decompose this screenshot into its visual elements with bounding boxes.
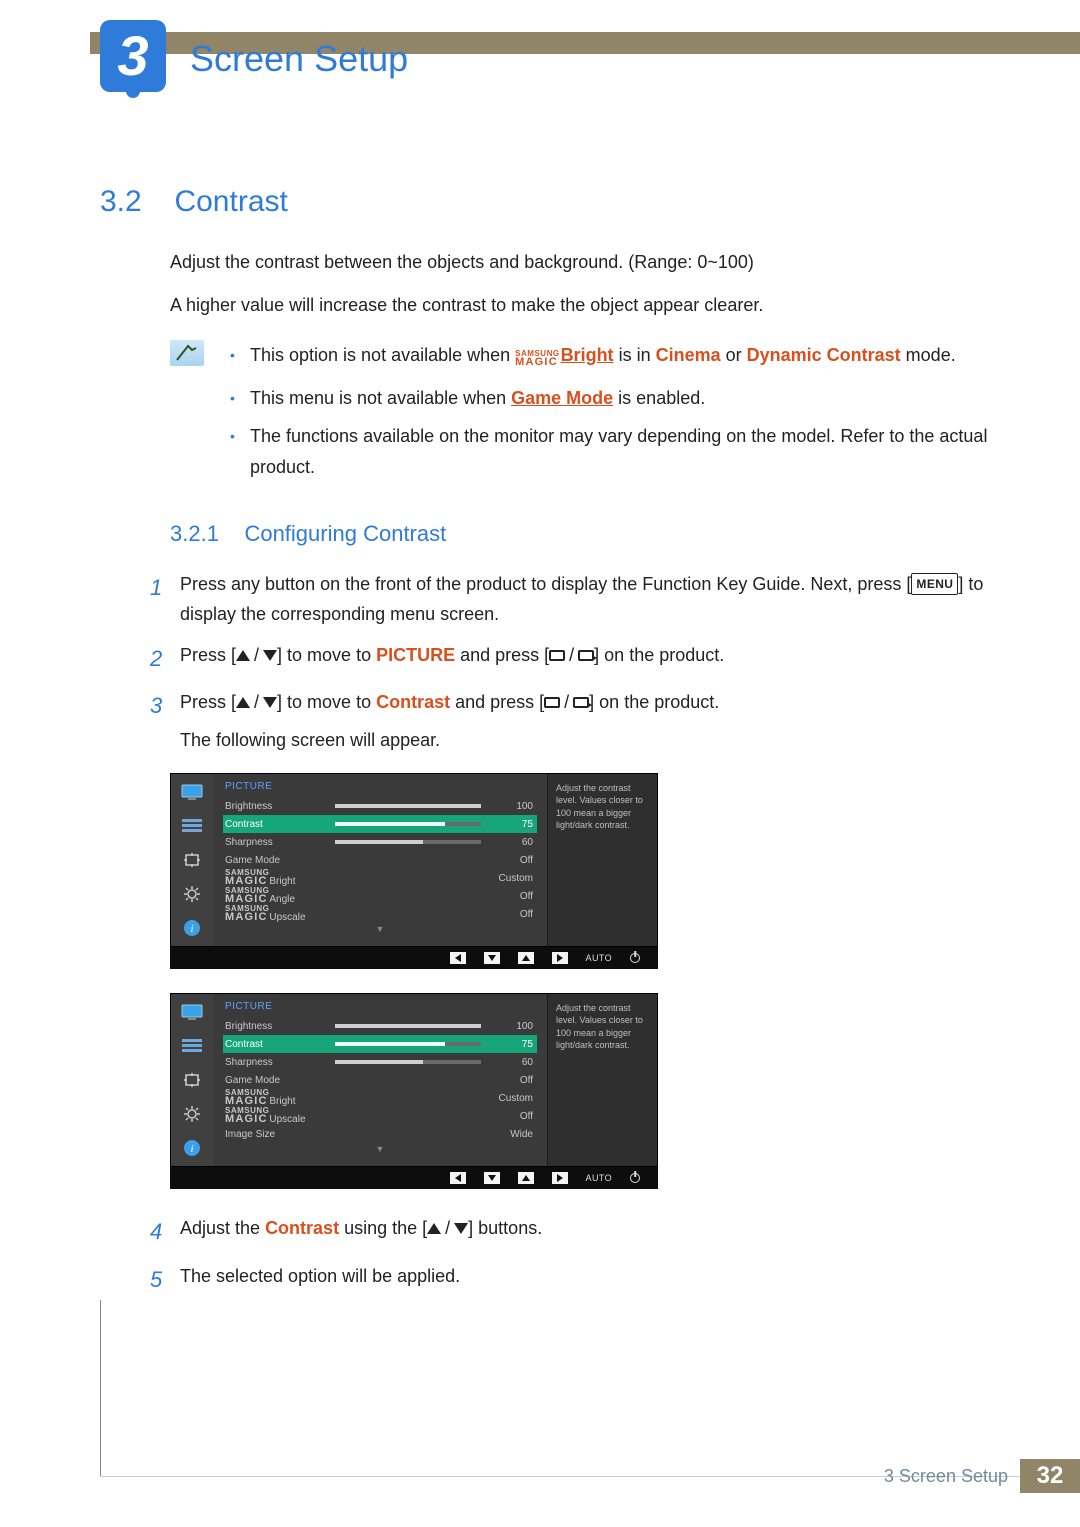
up-button	[518, 1172, 534, 1184]
power-icon	[630, 1173, 640, 1183]
osd-menu-row: SAMSUNGMAGICBrightCustom	[223, 869, 537, 887]
osd-menu-row: Image SizeWide	[223, 1125, 537, 1143]
section-body: Adjust the contrast between the objects …	[170, 247, 990, 320]
svg-text:i: i	[190, 1143, 193, 1155]
up-button	[518, 952, 534, 964]
magic-bright-inline: SAMSUNGMAGIC	[515, 344, 559, 375]
osd-menu-row: Game ModeOff	[223, 1071, 537, 1089]
osd-help-text: Adjust the contrast level. Values closer…	[547, 774, 657, 946]
step-list: 1 Press any button on the front of the p…	[150, 569, 990, 756]
step-3: 3 Press [/] to move to Contrast and pres…	[150, 687, 990, 755]
info-icon: i	[180, 918, 204, 938]
osd-menu-row: SAMSUNGMAGICUpscaleOff	[223, 1107, 537, 1125]
section-number: 3.2	[100, 185, 170, 219]
auto-label: AUTO	[586, 953, 612, 963]
step-2: 2 Press [/] to move to PICTURE and press…	[150, 640, 990, 677]
intro-line-2: A higher value will increase the contras…	[170, 290, 990, 321]
resize-icon	[180, 850, 204, 870]
osd-menu-row: Brightness100	[223, 1017, 537, 1035]
subsection-title: Configuring Contrast	[244, 521, 446, 547]
right-button	[552, 952, 568, 964]
right-button	[552, 1172, 568, 1184]
osd-sidebar: i	[171, 994, 213, 1166]
margin-rule	[100, 1300, 101, 1477]
osd-bottom-bar: AUTO	[170, 1167, 658, 1189]
menu-chip: MENU	[911, 573, 958, 595]
osd-menu-row: Brightness100	[223, 797, 537, 815]
intro-line-1: Adjust the contrast between the objects …	[170, 247, 990, 278]
enter-icon: /	[544, 687, 589, 718]
section-heading: 3.2 Contrast	[100, 185, 990, 219]
left-button	[450, 952, 466, 964]
step-5: 5 The selected option will be applied.	[150, 1261, 990, 1298]
subsection-heading: 3.2.1 Configuring Contrast	[170, 521, 990, 547]
osd-menu-row: SAMSUNGMAGICUpscaleOff	[223, 905, 537, 923]
osd-menu-row: SAMSUNGMAGICAngleOff	[223, 887, 537, 905]
section-title: Contrast	[174, 185, 287, 219]
enter-icon: /	[549, 640, 594, 671]
up-down-icon: /	[236, 687, 277, 718]
osd-screenshot-2: i PICTURE Brightness100Contrast75Sharpne…	[170, 993, 990, 1189]
picture-icon	[180, 782, 204, 802]
power-icon	[630, 953, 640, 963]
osd-menu-row: SAMSUNGMAGICBrightCustom	[223, 1089, 537, 1107]
osd-sidebar: i	[171, 774, 213, 946]
down-button	[484, 1172, 500, 1184]
gear-icon	[180, 884, 204, 904]
footer-label: 3 Screen Setup	[884, 1466, 1008, 1487]
left-button	[450, 1172, 466, 1184]
gear-icon	[180, 1104, 204, 1124]
scroll-down-icon: ▼	[223, 923, 537, 937]
note-block: This option is not available when SAMSUN…	[170, 340, 990, 490]
osd-menu-row: Sharpness60	[223, 1053, 537, 1071]
osd-menu-row: Game ModeOff	[223, 851, 537, 869]
note-item-2: This menu is not available when Game Mod…	[228, 383, 990, 414]
info-icon: i	[180, 1138, 204, 1158]
osd-menu-row: Contrast75	[223, 815, 537, 833]
subsection-number: 3.2.1	[170, 521, 240, 547]
note-item-3: The functions available on the monitor m…	[228, 421, 990, 482]
step-list-cont: 4 Adjust the Contrast using the [/] butt…	[150, 1213, 990, 1298]
chapter-number: 3	[117, 28, 148, 84]
down-button	[484, 952, 500, 964]
osd-screenshot-1: i PICTURE Brightness100Contrast75Sharpne…	[170, 773, 990, 969]
up-down-icon: /	[236, 640, 277, 671]
osd-help-text: Adjust the contrast level. Values closer…	[547, 994, 657, 1166]
osd-title: PICTURE	[223, 778, 537, 797]
picture-icon	[180, 1002, 204, 1022]
list-icon	[180, 1036, 204, 1056]
step-4: 4 Adjust the Contrast using the [/] butt…	[150, 1213, 990, 1250]
osd-title: PICTURE	[223, 998, 537, 1017]
scroll-down-icon: ▼	[223, 1143, 537, 1157]
chapter-badge: 3	[100, 20, 166, 92]
up-down-icon: /	[427, 1213, 468, 1244]
note-item-1: This option is not available when SAMSUN…	[228, 340, 990, 375]
auto-label: AUTO	[586, 1173, 612, 1183]
page-number: 32	[1020, 1459, 1080, 1493]
footer-line	[100, 1476, 1020, 1477]
resize-icon	[180, 1070, 204, 1090]
step-1: 1 Press any button on the front of the p…	[150, 569, 990, 630]
note-icon	[170, 340, 204, 366]
osd-bottom-bar: AUTO	[170, 947, 658, 969]
page-content: 3.2 Contrast Adjust the contrast between…	[100, 185, 990, 1308]
osd-menu-row: Sharpness60	[223, 833, 537, 851]
list-icon	[180, 816, 204, 836]
osd-menu-row: Contrast75	[223, 1035, 537, 1053]
svg-text:i: i	[190, 923, 193, 935]
chapter-title: Screen Setup	[190, 38, 408, 80]
